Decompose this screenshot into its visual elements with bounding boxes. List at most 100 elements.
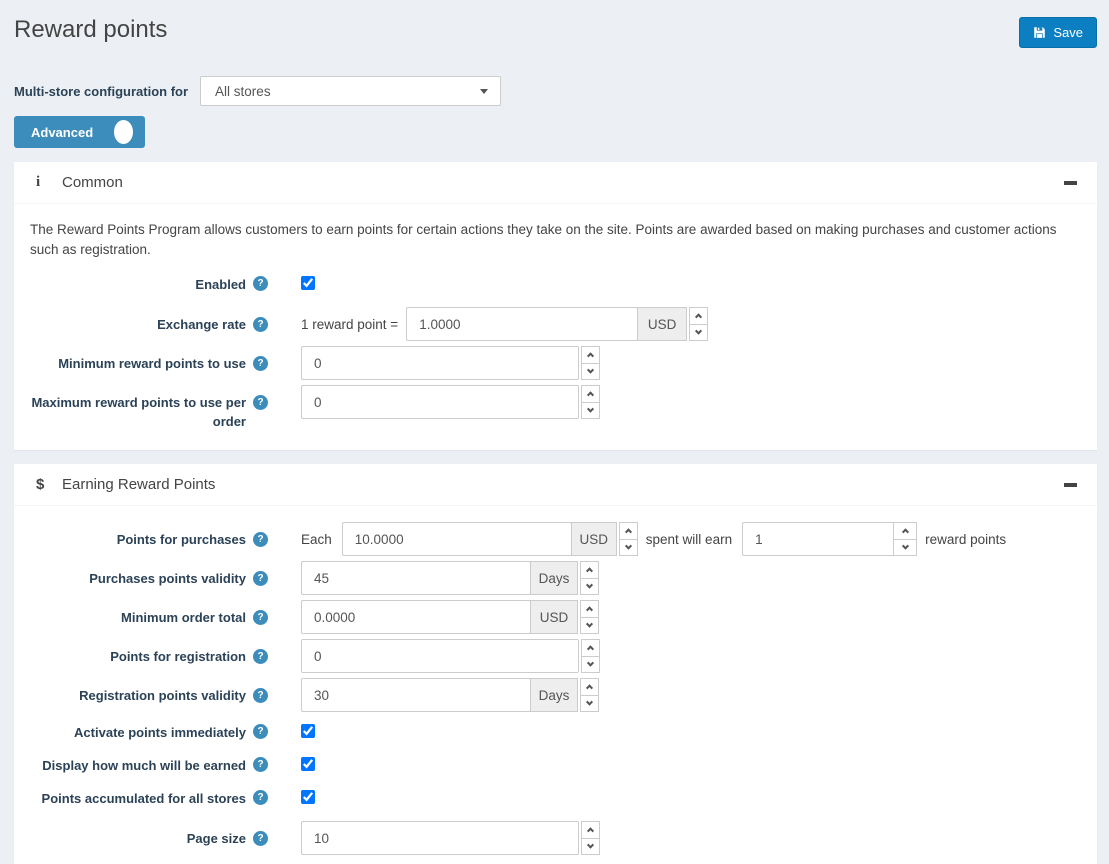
floppy-save-icon — [1033, 26, 1046, 39]
spinner-down-icon[interactable] — [581, 656, 600, 674]
panel-common-body: The Reward Points Program allows custome… — [14, 204, 1097, 450]
purchases-points-input[interactable] — [742, 522, 894, 556]
spinner-up-icon[interactable] — [580, 561, 599, 579]
help-icon[interactable] — [253, 790, 268, 805]
advanced-toggle-label: Advanced — [14, 125, 114, 140]
purchases-points-spinner — [893, 522, 917, 556]
help-icon[interactable] — [253, 356, 268, 371]
min-points-spinner — [581, 346, 600, 380]
save-button[interactable]: Save — [1019, 17, 1097, 48]
min-order-total-spinner — [580, 600, 599, 634]
exchange-rate-input[interactable] — [406, 307, 638, 341]
max-points-input[interactable] — [301, 385, 579, 419]
spinner-down-icon[interactable] — [581, 402, 600, 420]
max-points-label: Maximum reward points to use per order — [30, 393, 246, 431]
collapse-button-common[interactable] — [1064, 162, 1077, 203]
page-title: Reward points — [14, 14, 1097, 46]
min-order-total-input[interactable] — [301, 600, 531, 634]
panel-common: i Common The Reward Points Program allow… — [14, 162, 1097, 450]
min-order-total-label-group: Minimum order total — [30, 600, 268, 627]
points-for-purchases-row: Points for purchases Each USD spent will… — [30, 522, 1081, 556]
help-icon[interactable] — [253, 688, 268, 703]
exchange-rate-row: Exchange rate 1 reward point = USD — [30, 307, 1081, 341]
exchange-rate-spinner — [689, 307, 708, 341]
spinner-up-icon[interactable] — [581, 385, 600, 403]
collapse-button-earning[interactable] — [1064, 464, 1077, 505]
display-earned-checkbox[interactable] — [301, 757, 315, 771]
purchases-amount-spinner — [619, 522, 638, 556]
purchases-validity-row: Purchases points validity Days — [30, 561, 1081, 595]
registration-validity-spinner — [580, 678, 599, 712]
registration-validity-row: Registration points validity Days — [30, 678, 1081, 712]
enabled-row: Enabled — [30, 274, 1081, 298]
registration-points-spinner — [581, 639, 600, 673]
panel-earning-body: Points for purchases Each USD spent will… — [14, 506, 1097, 864]
spinner-down-icon[interactable] — [893, 539, 917, 557]
panel-common-title: Common — [62, 174, 123, 191]
help-icon[interactable] — [253, 724, 268, 739]
accumulate-all-stores-checkbox[interactable] — [301, 790, 315, 804]
help-icon[interactable] — [253, 532, 268, 547]
display-earned-row: Display how much will be earned — [30, 755, 1081, 779]
spinner-down-icon[interactable] — [580, 695, 599, 713]
panel-earning-title: Earning Reward Points — [62, 476, 215, 493]
display-earned-label-group: Display how much will be earned — [30, 755, 268, 775]
registration-points-input[interactable] — [301, 639, 579, 673]
spinner-up-icon[interactable] — [581, 821, 600, 839]
page-size-input[interactable] — [301, 821, 579, 855]
spinner-up-icon[interactable] — [893, 522, 917, 540]
help-icon[interactable] — [253, 649, 268, 664]
help-icon[interactable] — [253, 395, 268, 410]
registration-points-label: Points for registration — [110, 647, 246, 666]
registration-validity-input[interactable] — [301, 678, 531, 712]
multistore-label: Multi-store configuration for — [14, 84, 188, 99]
points-for-purchases-label-group: Points for purchases — [30, 522, 268, 549]
dollar-icon: $ — [36, 476, 62, 493]
spinner-up-icon[interactable] — [689, 307, 708, 325]
purchases-suffix-text: reward points — [925, 532, 1006, 547]
page-size-spinner — [581, 821, 600, 855]
min-order-total-label: Minimum order total — [121, 608, 246, 627]
spinner-up-icon[interactable] — [581, 639, 600, 657]
info-icon: i — [36, 174, 62, 191]
activate-immediately-row: Activate points immediately — [30, 722, 1081, 746]
purchases-validity-input[interactable] — [301, 561, 531, 595]
spinner-down-icon[interactable] — [580, 617, 599, 635]
registration-validity-label-group: Registration points validity — [30, 678, 268, 705]
help-icon[interactable] — [253, 276, 268, 291]
max-points-label-group: Maximum reward points to use per order — [30, 385, 268, 431]
minus-collapse-icon — [1064, 483, 1077, 487]
registration-validity-label: Registration points validity — [79, 686, 246, 705]
spinner-down-icon[interactable] — [581, 838, 600, 856]
spinner-down-icon[interactable] — [580, 578, 599, 596]
accumulate-all-stores-row: Points accumulated for all stores — [30, 788, 1081, 812]
registration-points-label-group: Points for registration — [30, 639, 268, 666]
page-header: Reward points Save — [14, 14, 1097, 58]
spinner-down-icon[interactable] — [619, 539, 638, 557]
spinner-up-icon[interactable] — [619, 522, 638, 540]
help-icon[interactable] — [253, 831, 268, 846]
panel-earning-header: $ Earning Reward Points — [14, 464, 1097, 506]
help-icon[interactable] — [253, 571, 268, 586]
enabled-checkbox[interactable] — [301, 276, 315, 290]
spinner-down-icon[interactable] — [689, 324, 708, 342]
accumulate-all-stores-label: Points accumulated for all stores — [42, 789, 246, 808]
activate-immediately-checkbox[interactable] — [301, 724, 315, 738]
advanced-mode-toggle[interactable]: Advanced — [14, 116, 145, 148]
panel-common-header: i Common — [14, 162, 1097, 204]
help-icon[interactable] — [253, 610, 268, 625]
spinner-up-icon[interactable] — [580, 678, 599, 696]
spinner-up-icon[interactable] — [580, 600, 599, 618]
registration-validity-unit: Days — [530, 678, 578, 712]
help-icon[interactable] — [253, 317, 268, 332]
purchases-middle-text: spent will earn — [646, 532, 732, 547]
min-points-input[interactable] — [301, 346, 579, 380]
max-points-spinner — [581, 385, 600, 419]
spinner-up-icon[interactable] — [581, 346, 600, 364]
store-selector[interactable]: All stores — [200, 76, 501, 106]
enabled-label: Enabled — [195, 275, 246, 294]
activate-immediately-label-group: Activate points immediately — [30, 722, 268, 742]
help-icon[interactable] — [253, 757, 268, 772]
purchases-amount-input[interactable] — [342, 522, 572, 556]
spinner-down-icon[interactable] — [581, 363, 600, 381]
